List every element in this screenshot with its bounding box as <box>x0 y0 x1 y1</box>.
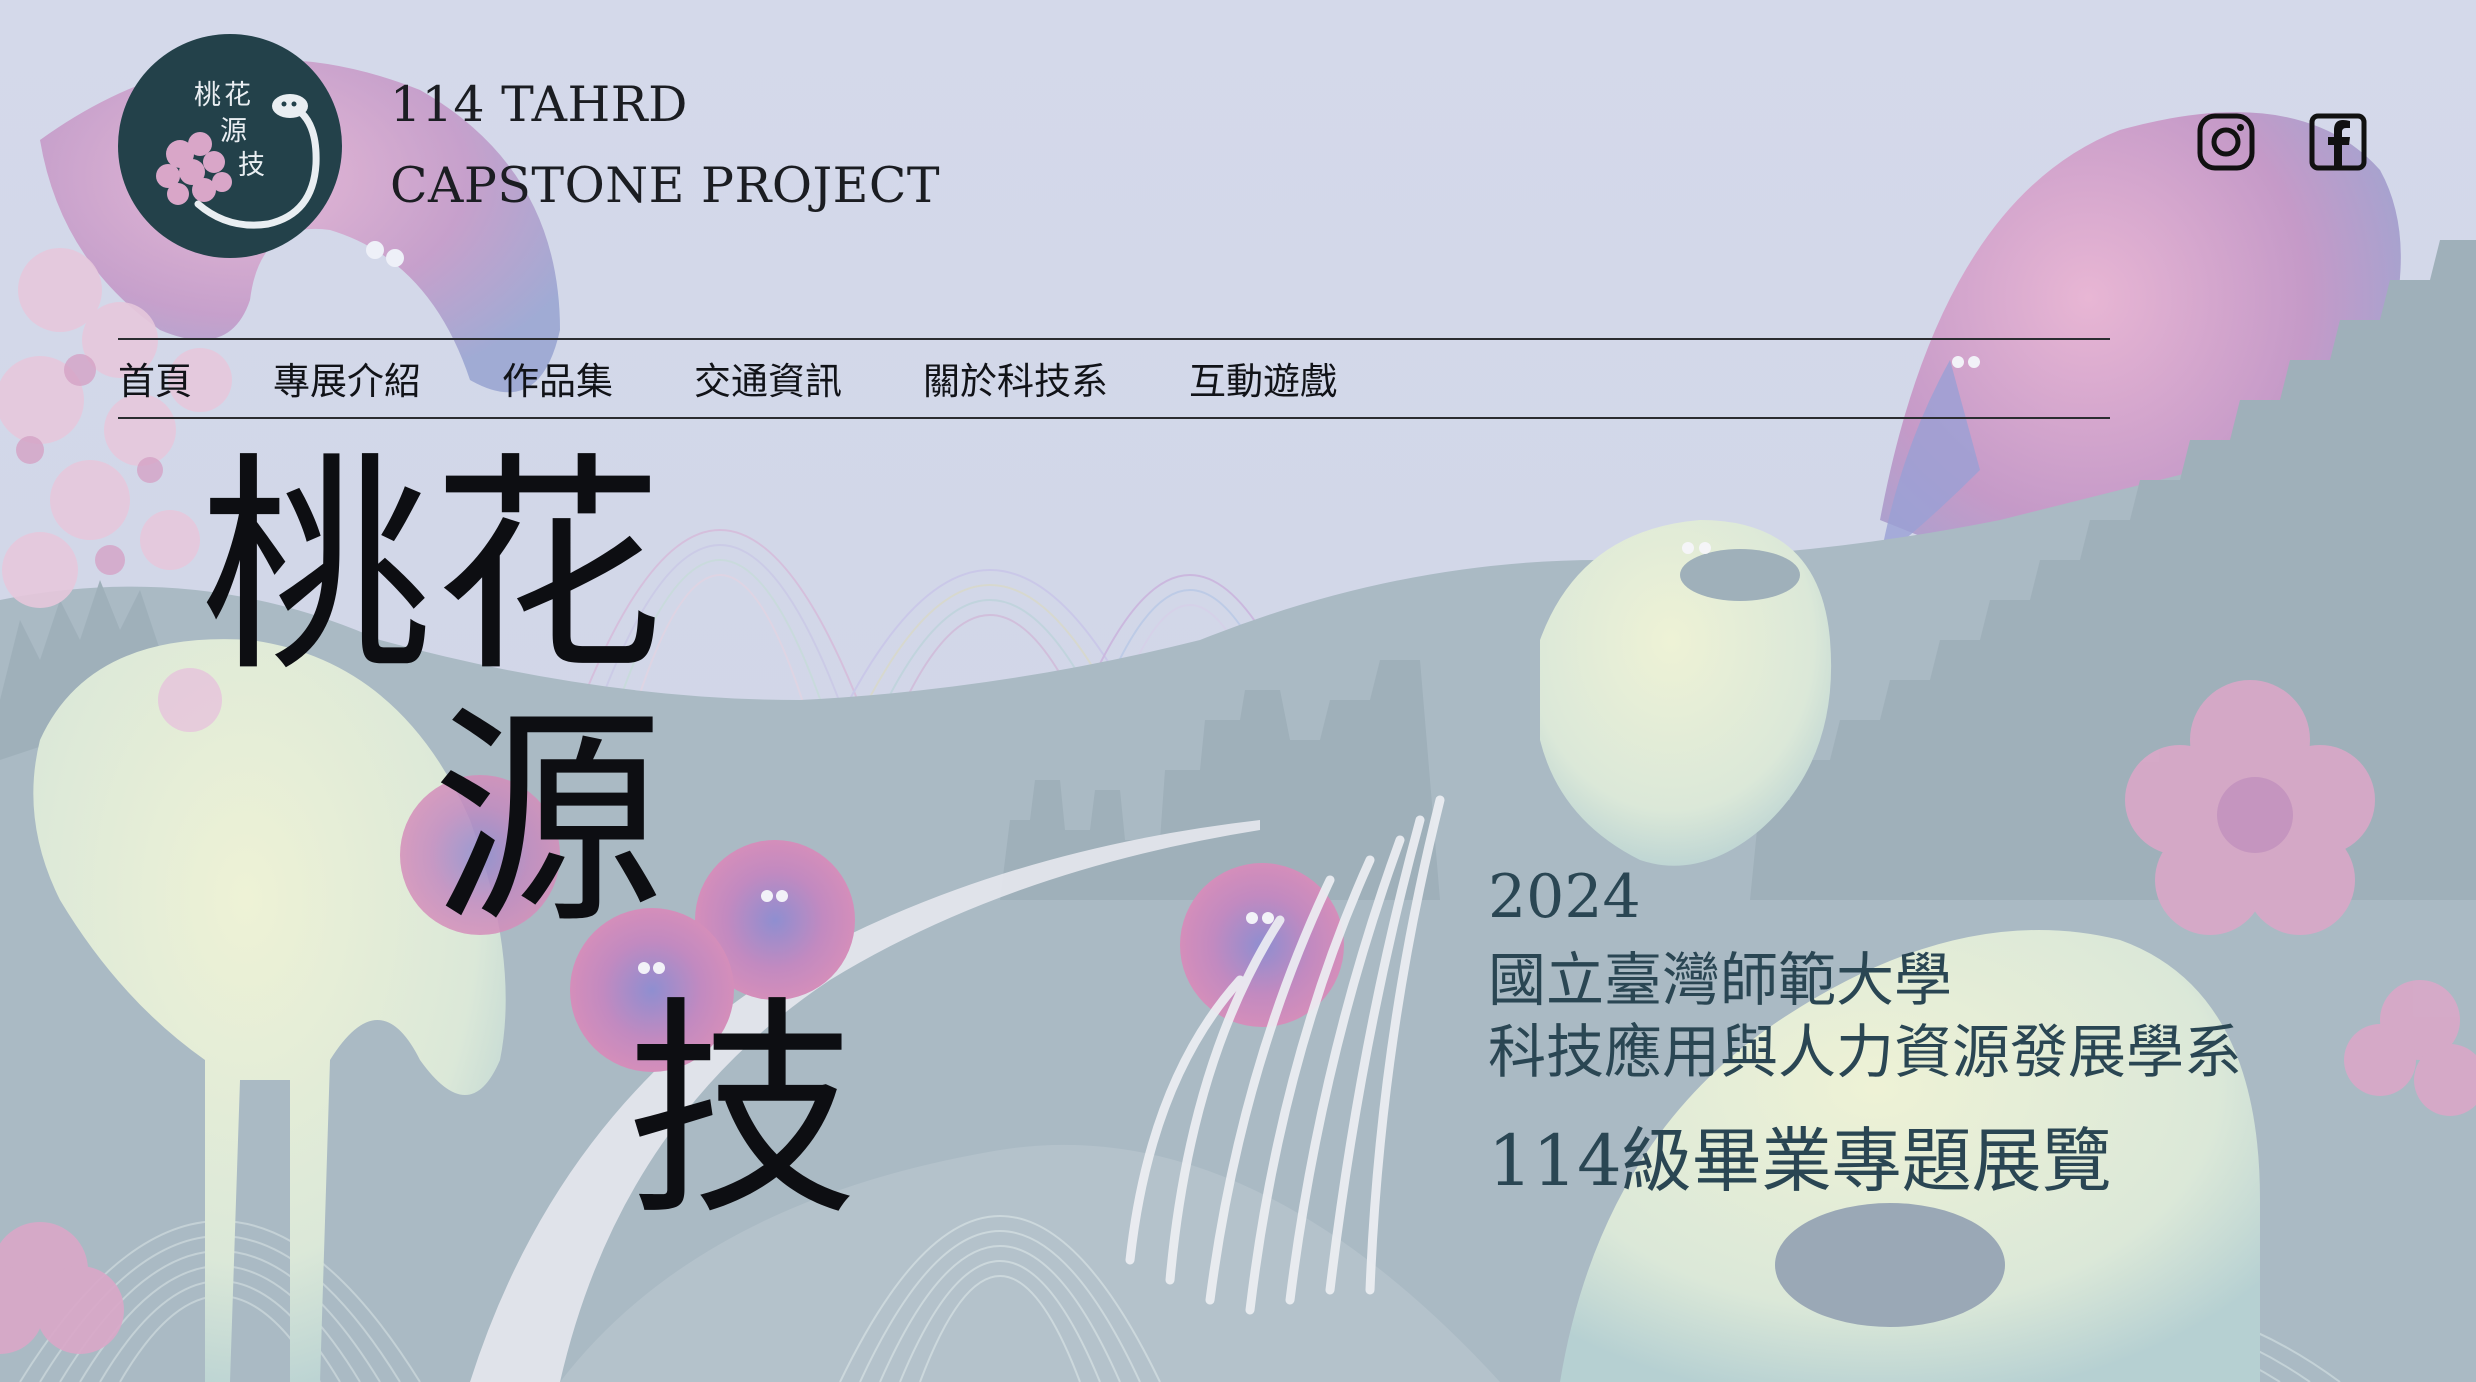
nav-divider-bottom <box>118 417 2110 419</box>
project-title: 114 TAHRD CAPSTONE PROJECT <box>390 64 940 226</box>
hero-title-char-4: 技 <box>626 977 859 1247</box>
site-logo[interactable]: 桃 花 源 技 <box>118 34 342 258</box>
nav-item-exhibition-intro[interactable]: 專展介紹 <box>273 351 421 405</box>
nav-item-home[interactable]: 首頁 <box>118 351 192 405</box>
project-title-line-1: 114 TAHRD <box>390 76 688 133</box>
hero-title-char-2: 花 <box>432 433 665 703</box>
facebook-link[interactable] <box>2308 112 2368 172</box>
department-name: 科技應用與人力資源發展學系 <box>1488 1018 2243 1086</box>
project-title-line-2: CAPSTONE PROJECT <box>390 157 941 214</box>
exhibition-year: 2024 <box>1488 862 1641 932</box>
nav-item-transportation[interactable]: 交通資訊 <box>694 351 842 405</box>
logo-char-2: 花 <box>224 80 251 111</box>
instagram-icon <box>2197 113 2255 171</box>
nav-item-interactive-game[interactable]: 互動遊戲 <box>1189 351 1337 405</box>
facebook-icon <box>2309 113 2367 171</box>
instagram-link[interactable] <box>2196 112 2256 172</box>
nav-item-portfolio[interactable]: 作品集 <box>502 351 613 405</box>
logo-char-3: 源 <box>220 116 247 147</box>
hero-title-char-3: 源 <box>432 685 665 955</box>
hero-title-char-1: 桃 <box>200 433 433 703</box>
logo-char-1: 桃 <box>194 80 221 111</box>
logo-char-4: 技 <box>238 150 265 181</box>
nav-item-about-department[interactable]: 關於科技系 <box>923 351 1108 405</box>
main-navigation: 首頁 專展介紹 作品集 交通資訊 關於科技系 互動遊戲 <box>118 338 1418 418</box>
exhibition-name: 114級畢業專題展覽 <box>1488 1120 2112 1202</box>
